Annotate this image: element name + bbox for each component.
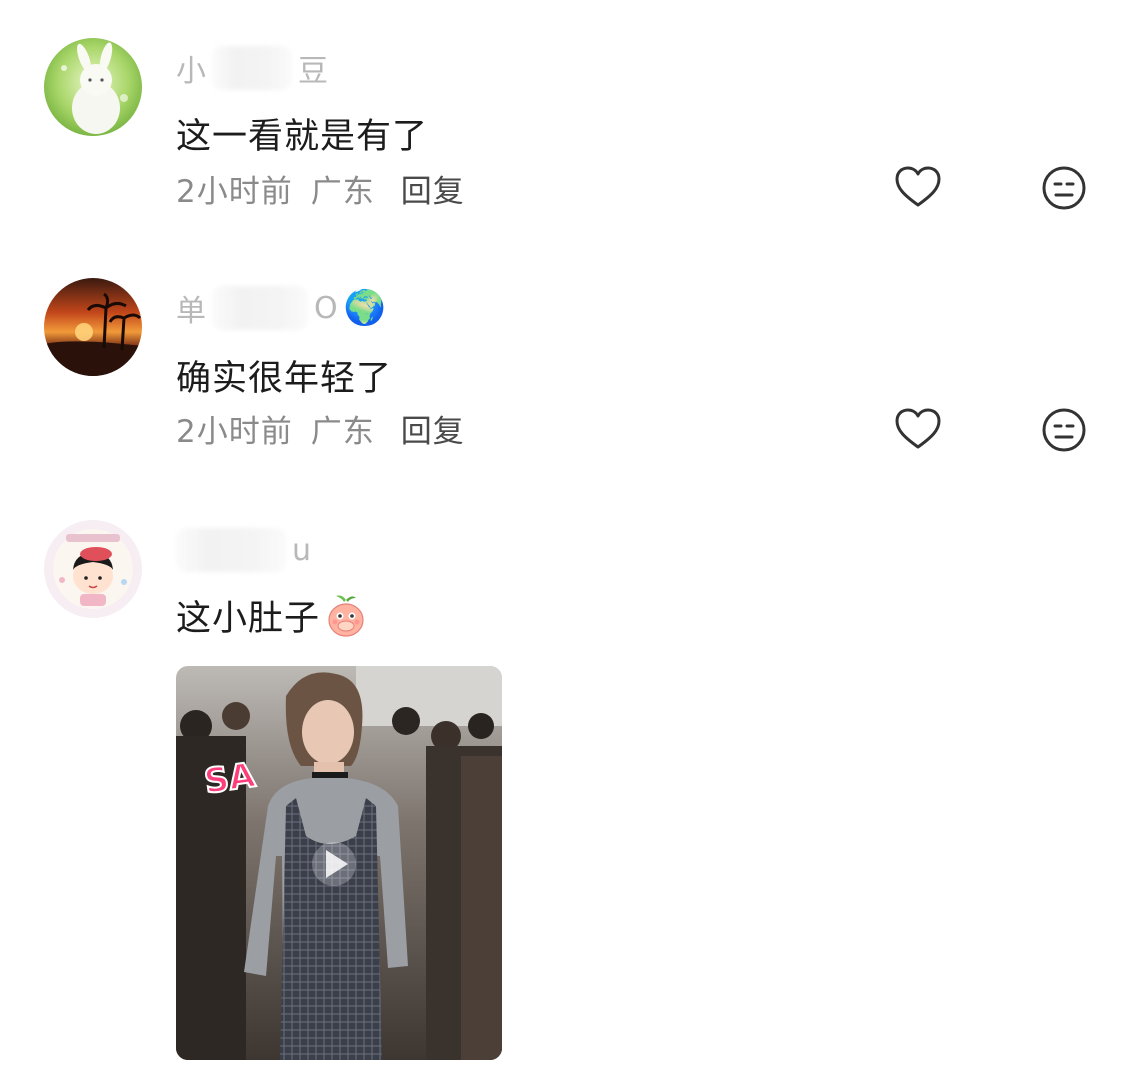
comment-location: 广东 xyxy=(310,174,375,210)
cartoon-girl-avatar-image xyxy=(44,520,142,618)
sunset-avatar-image xyxy=(44,278,142,376)
comment-text: 确实很年轻了 xyxy=(176,359,393,399)
video-frame-image: SA xyxy=(176,666,502,1060)
heart-outline-icon[interactable] xyxy=(892,404,944,456)
meh-face-icon[interactable] xyxy=(1038,404,1090,456)
username-end: O xyxy=(314,290,338,326)
username-start: 小 xyxy=(176,54,206,89)
meh-face-icon[interactable] xyxy=(1038,162,1090,214)
globe-icon: 🌍 xyxy=(343,288,386,328)
blurred-region xyxy=(176,528,286,572)
comment-text-content: 这小肚子 xyxy=(176,599,321,639)
comment-location: 广东 xyxy=(310,414,375,450)
play-icon xyxy=(312,842,356,886)
blurred-region xyxy=(212,286,308,330)
comment-text: 这小肚子 xyxy=(176,590,370,641)
username-masked[interactable]: 单 O 🌍 xyxy=(176,282,386,334)
username-start: 单 xyxy=(176,294,206,329)
video-thumbnail[interactable]: SA xyxy=(176,666,502,1060)
comment-meta: 2小时前 广东 回复 xyxy=(176,166,465,211)
username-end: 豆 xyxy=(298,54,328,89)
avatar[interactable] xyxy=(44,38,142,136)
reply-button[interactable]: 回复 xyxy=(401,406,465,451)
comment-text: 这一看就是有了 xyxy=(176,117,429,157)
avatar[interactable] xyxy=(44,520,142,618)
heart-outline-icon[interactable] xyxy=(892,162,944,214)
comment-time: 2小时前 xyxy=(176,414,293,450)
peach-covering-mouth-icon xyxy=(322,592,370,640)
overlay-sign-text: SA xyxy=(202,755,259,802)
avatar[interactable] xyxy=(44,278,142,376)
username-end: u xyxy=(292,532,312,568)
username-masked[interactable]: u xyxy=(176,524,311,576)
reply-button[interactable]: 回复 xyxy=(401,166,465,211)
blurred-region xyxy=(212,46,292,90)
comment-meta: 2小时前 广东 回复 xyxy=(176,406,465,451)
rabbit-avatar-image xyxy=(44,38,142,136)
comment-time: 2小时前 xyxy=(176,174,293,210)
username-masked[interactable]: 小 豆 xyxy=(176,42,328,94)
